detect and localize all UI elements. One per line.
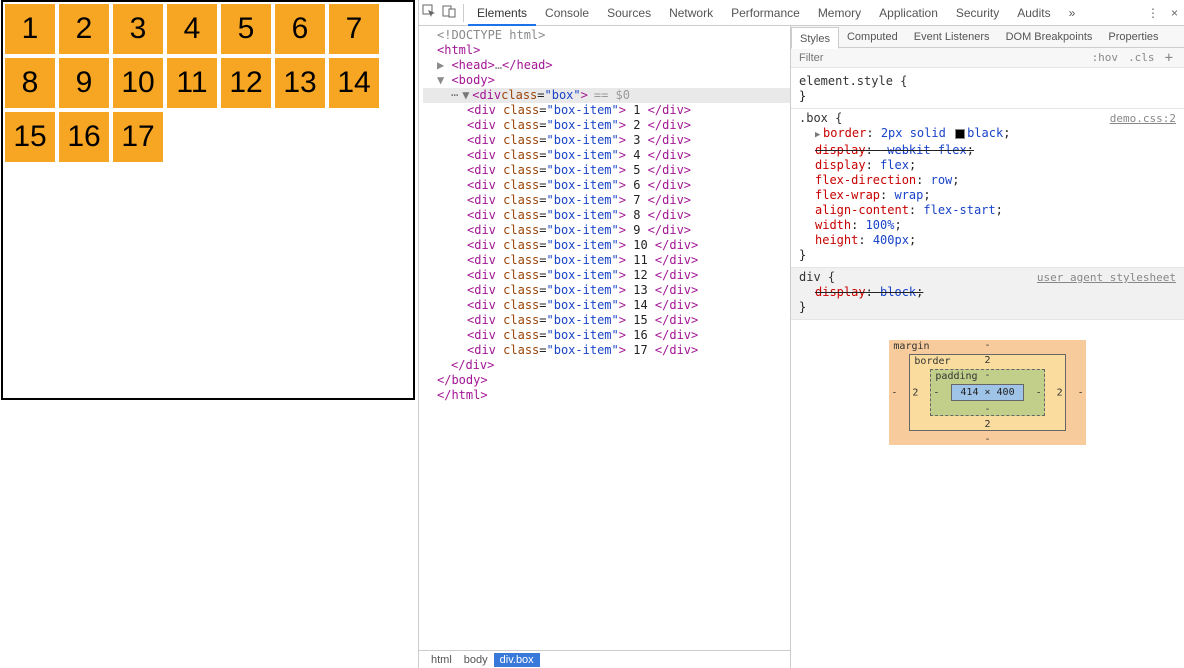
- box-item: 11: [167, 58, 217, 108]
- box-item: 3: [113, 4, 163, 54]
- bm-margin-top: -: [984, 340, 990, 351]
- bm-border-top: 2: [984, 355, 990, 366]
- styles-tab-styles[interactable]: Styles: [791, 27, 839, 49]
- styles-tab-properties[interactable]: Properties: [1100, 26, 1166, 48]
- box-item: 1: [5, 4, 55, 54]
- styles-column: StylesComputedEvent ListenersDOM Breakpo…: [791, 26, 1184, 668]
- bm-padding-right: -: [1036, 387, 1042, 398]
- breadcrumb-item[interactable]: div.box: [494, 653, 540, 667]
- tab-sources[interactable]: Sources: [598, 0, 660, 26]
- styles-filter-input[interactable]: [797, 51, 1087, 65]
- flex-box-container: 1234567891011121314151617: [1, 0, 415, 400]
- rendered-page-pane: 1234567891011121314151617: [0, 0, 418, 668]
- styles-filter-row: :hov .cls +: [791, 48, 1184, 68]
- box-item: 2: [59, 4, 109, 54]
- bm-padding-label: padding: [935, 371, 977, 382]
- styles-rules-list[interactable]: element.style {}demo.css:2.box {▶border:…: [791, 68, 1184, 320]
- device-toolbar-icon[interactable]: [439, 4, 459, 21]
- styles-tab-dom-breakpoints[interactable]: DOM Breakpoints: [998, 26, 1101, 48]
- bm-padding-top: -: [984, 370, 990, 381]
- box-item: 15: [5, 112, 55, 162]
- box-item: 6: [275, 4, 325, 54]
- dom-tree[interactable]: <!DOCTYPE html><html>▶ <head>…</head>▼ <…: [419, 26, 790, 650]
- css-rule[interactable]: user agent stylesheetdiv {display: block…: [791, 268, 1184, 320]
- new-style-rule-icon[interactable]: +: [1160, 50, 1178, 66]
- bm-margin-left: -: [891, 387, 897, 398]
- bm-border-left: 2: [912, 387, 918, 398]
- divider: [463, 4, 464, 22]
- styles-tab-event-listeners[interactable]: Event Listeners: [906, 26, 998, 48]
- styles-tab-computed[interactable]: Computed: [839, 26, 906, 48]
- box-item: 10: [113, 58, 163, 108]
- devtools-close-icon[interactable]: ×: [1165, 6, 1184, 20]
- box-item: 16: [59, 112, 109, 162]
- hov-toggle[interactable]: :hov: [1087, 51, 1124, 64]
- tab-elements[interactable]: Elements: [468, 0, 536, 26]
- elements-dom-column: <!DOCTYPE html><html>▶ <head>…</head>▼ <…: [419, 26, 791, 668]
- bm-padding-left: -: [933, 387, 939, 398]
- bm-border-right: 2: [1057, 387, 1063, 398]
- cls-toggle[interactable]: .cls: [1123, 51, 1160, 64]
- tab-application[interactable]: Application: [870, 0, 947, 26]
- css-rule[interactable]: element.style {}: [791, 72, 1184, 109]
- devtools-main-tabbar: ElementsConsoleSourcesNetworkPerformance…: [419, 0, 1184, 26]
- tab-security[interactable]: Security: [947, 0, 1008, 26]
- styles-sub-tabbar: StylesComputedEvent ListenersDOM Breakpo…: [791, 26, 1184, 48]
- tab-performance[interactable]: Performance: [722, 0, 809, 26]
- inspect-element-icon[interactable]: [419, 4, 439, 21]
- css-rule[interactable]: demo.css:2.box {▶border: 2px solid black…: [791, 109, 1184, 268]
- dom-breadcrumb[interactable]: htmlbodydiv.box: [419, 650, 790, 668]
- bm-padding-bottom: -: [984, 404, 990, 415]
- box-item: 8: [5, 58, 55, 108]
- tab-console[interactable]: Console: [536, 0, 598, 26]
- box-item: 17: [113, 112, 163, 162]
- box-model-diagram[interactable]: margin - - - - border 2 2 2 2 padding -: [791, 320, 1184, 485]
- devtools-panel: ElementsConsoleSourcesNetworkPerformance…: [418, 0, 1184, 668]
- devtools-menu-icon[interactable]: ⋮: [1141, 6, 1165, 20]
- box-item: 4: [167, 4, 217, 54]
- bm-border-label: border: [914, 356, 950, 367]
- box-item: 13: [275, 58, 325, 108]
- box-item: 5: [221, 4, 271, 54]
- bm-border-bottom: 2: [984, 419, 990, 430]
- breadcrumb-item[interactable]: body: [458, 653, 494, 667]
- box-item: 9: [59, 58, 109, 108]
- bm-margin-bottom: -: [984, 434, 990, 445]
- box-item: 12: [221, 58, 271, 108]
- box-item: 14: [329, 58, 379, 108]
- tab-network[interactable]: Network: [660, 0, 722, 26]
- bm-margin-right: -: [1078, 387, 1084, 398]
- tab-audits[interactable]: Audits: [1008, 0, 1059, 26]
- bm-content-size: 414 × 400: [951, 384, 1023, 401]
- box-item: 7: [329, 4, 379, 54]
- bm-margin-label: margin: [893, 341, 929, 352]
- tabs-overflow-icon[interactable]: »: [1060, 0, 1085, 26]
- breadcrumb-item[interactable]: html: [425, 653, 458, 667]
- tab-memory[interactable]: Memory: [809, 0, 870, 26]
